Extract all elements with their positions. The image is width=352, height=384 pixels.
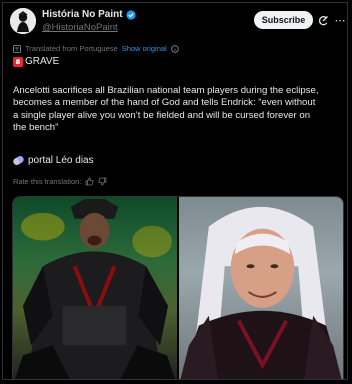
post-body: Ancelotti sacrifices all Brazilian natio… bbox=[13, 85, 343, 135]
thumbs-up-icon[interactable] bbox=[85, 177, 94, 186]
grave-label: GRAVE bbox=[25, 56, 60, 67]
white-haired-figure-image bbox=[180, 206, 342, 379]
name-row: História No Paint bbox=[42, 9, 136, 20]
post-body-line: Ancelotti sacrifices all Brazilian natio… bbox=[13, 85, 319, 96]
avatar-icon bbox=[10, 8, 36, 34]
avatar[interactable] bbox=[10, 8, 36, 34]
verified-badge-icon bbox=[125, 9, 136, 20]
source-line: portal Léo dias bbox=[11, 154, 94, 167]
pill-emoji-icon bbox=[11, 154, 26, 167]
post-body-line: the bench” bbox=[13, 122, 59, 134]
post-card: História No Paint @HistoriaNoPaint Subsc… bbox=[2, 2, 348, 380]
armored-figure-image bbox=[15, 198, 175, 379]
siren-emoji-icon bbox=[13, 56, 23, 67]
grok-icon[interactable] bbox=[317, 14, 329, 26]
rate-translation: Rate this translation: bbox=[13, 177, 107, 186]
post-header: História No Paint @HistoriaNoPaint Subsc… bbox=[3, 3, 347, 43]
post-body-line: becomes a member of the hand of God and … bbox=[13, 97, 316, 109]
translate-icon bbox=[13, 44, 21, 53]
more-icon[interactable]: ⋯ bbox=[334, 14, 346, 27]
translation-notice: Translated from Portuguese Show original bbox=[13, 44, 179, 53]
media-grid bbox=[12, 196, 344, 379]
source-label: portal Léo dias bbox=[28, 155, 94, 166]
post-body-line: a single player alive you won’t be field… bbox=[13, 109, 311, 121]
subscribe-button[interactable]: Subscribe bbox=[254, 11, 313, 29]
show-original-link[interactable]: Show original bbox=[122, 44, 167, 53]
display-name[interactable]: História No Paint bbox=[42, 9, 123, 20]
thumbs-down-icon[interactable] bbox=[98, 177, 107, 186]
post-image-right[interactable] bbox=[179, 197, 343, 379]
post-image-left[interactable] bbox=[13, 197, 177, 379]
rate-label: Rate this translation: bbox=[13, 177, 82, 186]
translated-label: Translated from Portuguese bbox=[25, 44, 118, 53]
user-handle[interactable]: @HistoriaNoPaint bbox=[42, 22, 118, 33]
grave-line: GRAVE bbox=[13, 56, 59, 67]
info-icon[interactable] bbox=[170, 44, 179, 53]
